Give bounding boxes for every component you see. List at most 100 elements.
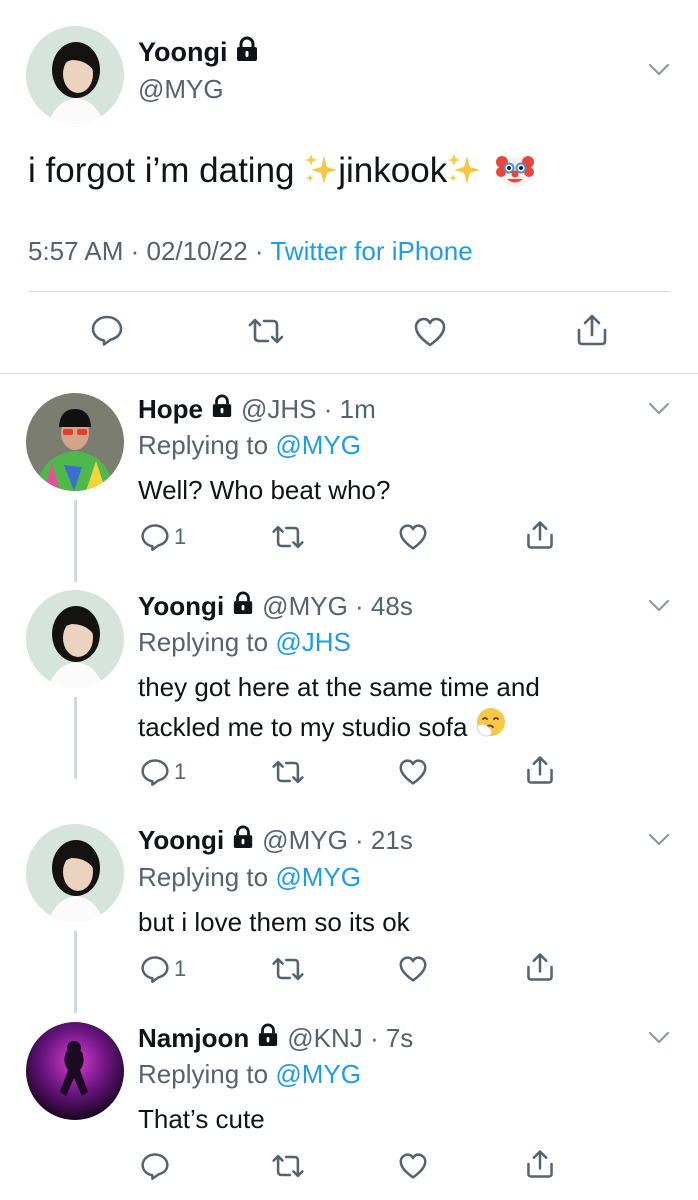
replying-to-mention[interactable]: @JHS <box>275 627 351 657</box>
avatar[interactable] <box>26 26 124 124</box>
share-button[interactable] <box>524 519 556 551</box>
reply-header: Namjoon @KNJ · 7s <box>138 1023 413 1054</box>
share-icon <box>574 312 610 348</box>
retweet-button[interactable] <box>270 955 306 983</box>
reply-author-name[interactable]: Namjoon <box>138 1023 249 1054</box>
speech-bubble-icon <box>140 522 170 552</box>
reply-header: Hope @JHS · 1m <box>138 394 376 425</box>
chevron-down-icon[interactable] <box>648 63 670 77</box>
tweet-text-part2: jinkook <box>338 151 448 190</box>
chevron-down-icon[interactable] <box>648 402 670 416</box>
author-name-text: Yoongi <box>138 37 228 67</box>
heart-icon <box>398 758 428 786</box>
retweet-icon <box>246 316 286 346</box>
share-icon <box>524 754 556 786</box>
retweet-button[interactable] <box>270 1152 306 1180</box>
thread-line <box>74 697 77 779</box>
heart-icon <box>398 955 428 983</box>
reply-header: Yoongi @MYG · 21s <box>138 825 413 856</box>
reply-author-name[interactable]: Yoongi <box>138 825 224 856</box>
reply-text-line: That’s cute <box>138 1104 265 1134</box>
reply-text: they got here at the same time and tackl… <box>138 669 540 748</box>
author-name[interactable]: Yoongi <box>138 36 259 69</box>
replying-to: Replying to @MYG <box>138 430 361 461</box>
avatar[interactable] <box>26 1022 124 1120</box>
reply-text: That’s cute <box>138 1101 265 1138</box>
reply-text-line: but i love them so its ok <box>138 907 410 937</box>
reply-header: Yoongi @MYG · 48s <box>138 591 413 622</box>
sneezing-face-icon <box>475 706 507 748</box>
reply-count: 1 <box>174 759 187 784</box>
reply-author-name[interactable]: Hope <box>138 394 203 425</box>
like-button[interactable] <box>398 523 428 551</box>
retweet-button[interactable] <box>270 523 306 551</box>
reply-author-name[interactable]: Yoongi <box>138 591 224 622</box>
share-icon <box>524 519 556 551</box>
share-button[interactable] <box>524 1148 556 1180</box>
lock-icon <box>232 825 254 856</box>
like-button[interactable] <box>398 1152 428 1180</box>
like-button[interactable] <box>413 316 447 348</box>
reply-button[interactable]: 1 <box>140 757 186 787</box>
replying-to-mention[interactable]: @MYG <box>275 862 361 892</box>
reply-button[interactable] <box>90 314 124 346</box>
chevron-down-icon[interactable] <box>648 599 670 613</box>
reply-text-line: Well? Who beat who? <box>138 475 391 505</box>
replying-to-mention[interactable]: @MYG <box>275 430 361 460</box>
replying-to-mention[interactable]: @MYG <box>275 1059 361 1089</box>
lock-icon <box>232 591 254 622</box>
lock-icon <box>235 36 259 69</box>
retweet-button[interactable] <box>270 758 306 786</box>
replying-to-prefix: Replying to <box>138 862 276 892</box>
retweet-icon <box>270 955 306 983</box>
reply-button[interactable] <box>140 1151 170 1181</box>
thread-line <box>74 931 77 1013</box>
author-handle: @MYG <box>138 74 224 104</box>
heart-icon <box>413 316 447 348</box>
share-icon <box>524 1148 556 1180</box>
tweet-text-part1: i forgot i’m dating <box>28 151 305 190</box>
reply-text-line: they got here at the same time and <box>138 672 540 702</box>
tweet-timestamp: 5:57 AM · 02/10/22 · <box>28 236 271 266</box>
retweet-icon <box>270 1152 306 1180</box>
retweet-button[interactable] <box>246 316 286 346</box>
divider <box>0 373 698 374</box>
reply-author-handle: @JHS · 1m <box>241 394 376 424</box>
divider <box>28 291 670 292</box>
chevron-down-icon[interactable] <box>648 1031 670 1045</box>
speech-bubble-icon <box>140 954 170 984</box>
heart-icon <box>398 523 428 551</box>
sparkles-icon <box>447 152 481 186</box>
lock-icon <box>257 1023 279 1054</box>
replying-to-prefix: Replying to <box>138 1059 276 1089</box>
chevron-down-icon[interactable] <box>648 833 670 847</box>
speech-bubble-icon <box>90 314 124 346</box>
reply-button[interactable]: 1 <box>140 522 186 552</box>
replying-to: Replying to @JHS <box>138 627 351 658</box>
avatar[interactable] <box>26 590 124 688</box>
replying-to: Replying to @MYG <box>138 862 361 893</box>
sparkles-icon <box>304 152 338 186</box>
retweet-icon <box>270 523 306 551</box>
replying-to-prefix: Replying to <box>138 430 276 460</box>
reply-author-handle: @MYG · 21s <box>262 825 413 855</box>
reply-text: but i love them so its ok <box>138 904 410 941</box>
reply-button[interactable]: 1 <box>140 954 186 984</box>
share-button[interactable] <box>574 312 610 348</box>
retweet-icon <box>270 758 306 786</box>
tweet-source-link[interactable]: Twitter for iPhone <box>270 236 472 266</box>
speech-bubble-icon <box>140 1151 170 1181</box>
reply-text: Well? Who beat who? <box>138 472 390 509</box>
speech-bubble-icon <box>140 757 170 787</box>
reply-author-handle: @MYG · 48s <box>262 591 413 621</box>
like-button[interactable] <box>398 758 428 786</box>
share-button[interactable] <box>524 951 556 983</box>
avatar[interactable] <box>26 393 124 491</box>
avatar[interactable] <box>26 824 124 922</box>
like-button[interactable] <box>398 955 428 983</box>
share-button[interactable] <box>524 754 556 786</box>
reply-count: 1 <box>174 956 187 981</box>
share-icon <box>524 951 556 983</box>
clown-face-icon <box>495 150 535 190</box>
reply-text-line-row: tackled me to my studio sofa <box>138 706 540 748</box>
